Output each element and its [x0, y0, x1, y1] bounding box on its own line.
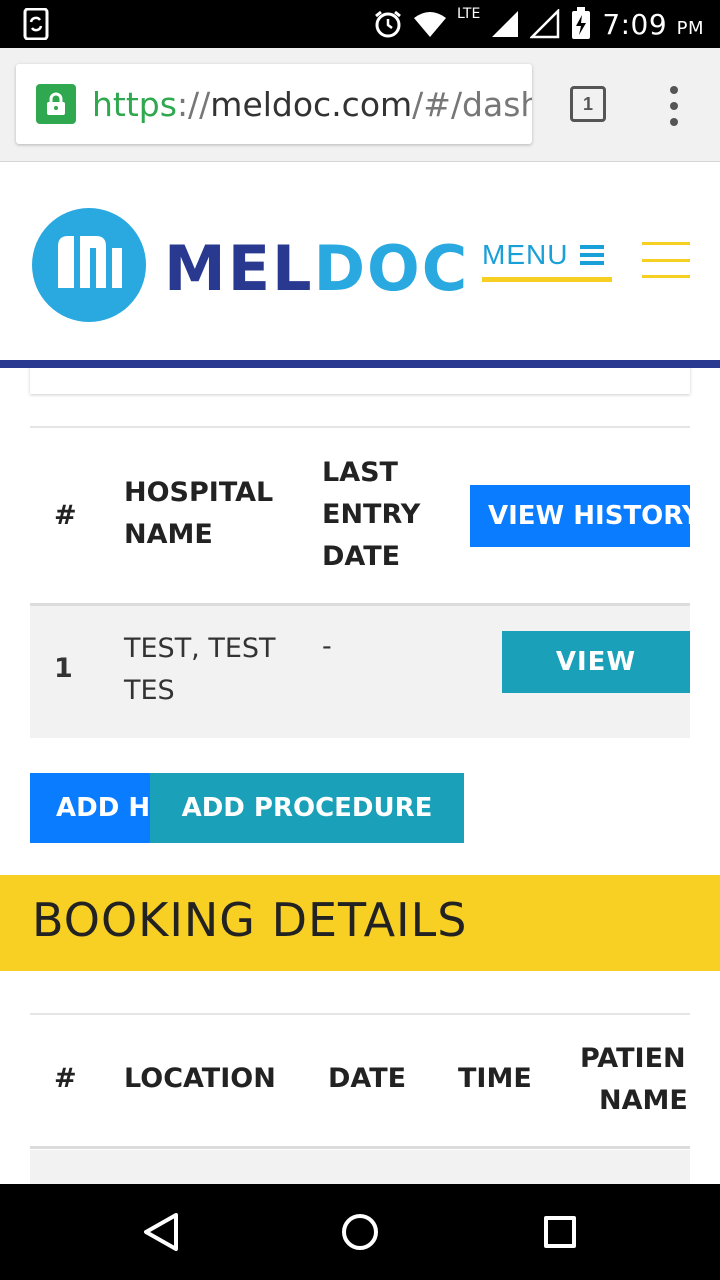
- booking-table-top-border: [30, 1013, 690, 1015]
- lock-icon: [36, 84, 76, 124]
- wifi-icon: [414, 12, 447, 37]
- phone-sync-icon: [23, 8, 49, 40]
- back-icon[interactable]: [142, 1212, 180, 1252]
- site-header: MELDOC MENU: [0, 162, 720, 360]
- booking-col-location: LOCATION: [124, 1063, 276, 1094]
- browser-menu-icon[interactable]: [668, 86, 680, 126]
- col-header-last-2: ENTRY: [322, 499, 421, 530]
- row-last-entry: -: [322, 631, 332, 662]
- status-bar: LTE 7:09 PM: [0, 0, 720, 48]
- header-divider: [0, 360, 720, 368]
- browser-toolbar: https://meldoc.com/#/dash 1: [0, 48, 720, 162]
- alarm-icon: [375, 10, 401, 38]
- add-procedure-button[interactable]: ADD PROCEDURE: [150, 773, 464, 843]
- list-icon: [580, 244, 605, 265]
- battery-charging-icon: [572, 7, 591, 39]
- table-row: [30, 1150, 690, 1184]
- booking-col-patient-2: NAME: [599, 1085, 688, 1116]
- home-icon[interactable]: [342, 1214, 378, 1250]
- row-number: 1: [54, 653, 73, 684]
- col-header-hospital-1: HOSPITAL: [124, 477, 274, 508]
- view-button[interactable]: VIEW: [502, 631, 690, 693]
- network-type: LTE: [457, 6, 481, 22]
- add-hospital-button[interactable]: ADD H: [30, 773, 160, 843]
- table-top-border: [30, 426, 690, 428]
- address-bar[interactable]: https://meldoc.com/#/dash: [16, 64, 532, 144]
- col-header-last-1: LAST: [322, 457, 398, 488]
- col-header-number: #: [54, 500, 77, 531]
- view-history-button[interactable]: VIEW HISTORY: [470, 485, 690, 547]
- col-header-last-3: DATE: [322, 541, 401, 572]
- booking-col-date: DATE: [328, 1063, 407, 1094]
- hamburger-icon[interactable]: [642, 242, 690, 278]
- signal-icon: [492, 11, 519, 37]
- meldoc-logo-icon[interactable]: [30, 206, 148, 324]
- recent-apps-icon[interactable]: [544, 1216, 576, 1248]
- booking-title: BOOKING DETAILS: [32, 893, 468, 947]
- system-nav-bar: [0, 1184, 720, 1280]
- booking-section-header: BOOKING DETAILS: [0, 875, 720, 971]
- row-hospital-line2: TES: [124, 675, 175, 706]
- meldoc-logo-text[interactable]: MELDOC: [164, 232, 469, 305]
- booking-col-time: TIME: [458, 1063, 532, 1094]
- page-content: # HOSPITAL NAME LAST ENTRY DATE VIEW HIS…: [0, 368, 720, 1184]
- booking-col-number: #: [54, 1063, 77, 1094]
- signal-empty-icon: [530, 9, 560, 39]
- row-hospital-line1: TEST, TEST: [124, 633, 276, 664]
- url-text: https://meldoc.com/#/dash: [92, 84, 532, 124]
- booking-col-patient-1: PATIEN: [580, 1043, 686, 1074]
- card-bottom-edge: [30, 368, 690, 394]
- col-header-hospital-2: NAME: [124, 519, 213, 550]
- tab-switcher-button[interactable]: 1: [570, 86, 606, 122]
- menu-label: MENU: [482, 238, 569, 270]
- booking-header-border: [30, 1146, 690, 1149]
- clock: 7:09 PM: [602, 7, 704, 41]
- menu-button[interactable]: MENU: [482, 238, 612, 282]
- table-row: 1 TEST, TEST TES - VIEW: [30, 606, 690, 738]
